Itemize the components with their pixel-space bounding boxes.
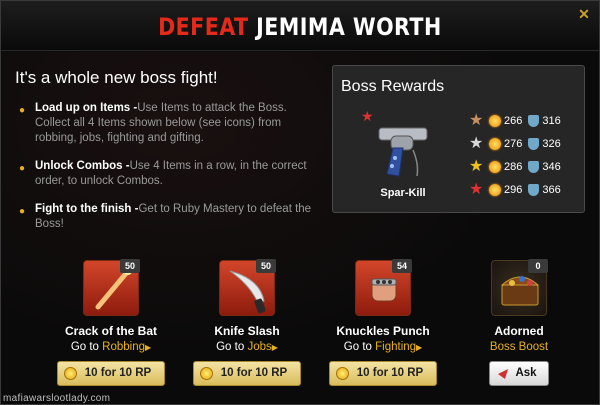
defense-shield-icon	[528, 137, 540, 150]
item-name: Crack of the Bat	[64, 324, 158, 338]
dialog-header: DEFEAT JEMIMA WORTH ✕	[1, 1, 599, 51]
revolver-icon	[378, 127, 428, 177]
item-goto: Go to Robbing▶	[46, 341, 176, 353]
intro-subtitle: It's a whole new boss fight!	[15, 68, 218, 87]
bronze-star-icon: ★	[469, 111, 484, 129]
goto-label: Go to	[216, 341, 245, 353]
reward-tier-gold: ★ 286 346	[469, 155, 584, 178]
attack-icon	[489, 114, 501, 127]
goto-fighting-link[interactable]: Fighting	[375, 341, 416, 353]
arrow-right-icon: ▶	[271, 343, 278, 352]
item-adorned: 0 Adorned Boss Boost Ask	[454, 259, 584, 386]
goto-label: Go to	[70, 341, 99, 353]
close-icon[interactable]: ✕	[577, 7, 591, 21]
arrow-right-icon: ▶	[416, 343, 423, 352]
attack-icon	[489, 183, 501, 196]
rp-coin-icon	[336, 367, 349, 380]
title-defeat: DEFEAT	[158, 13, 249, 41]
tier-defense: 316	[542, 114, 561, 127]
boss-fight-dialog: DEFEAT JEMIMA WORTH ✕ It's a whole new b…	[0, 0, 600, 405]
instruction-lead: Unlock Combos -	[35, 160, 130, 172]
item-count-badge: 50	[256, 259, 276, 273]
item-knife-slash: 50 Knife Slash Go to Jobs▶ 10 for 10 RP	[182, 259, 312, 386]
arrow-right-icon: ▶	[145, 343, 152, 352]
item-count-badge: 54	[392, 259, 412, 273]
buy-button-label: 10 for 10 RP	[220, 367, 288, 379]
instruction-finish: ● Fight to the finish -Get to Ruby Maste…	[15, 202, 320, 232]
reward-tier-silver: ★ 276 326	[469, 132, 584, 155]
instructions-list: ● Load up on Items -Use Items to attack …	[15, 101, 320, 245]
attack-icon	[489, 137, 501, 150]
ask-arrow-icon	[498, 369, 508, 379]
bullet-dot-icon: ●	[19, 206, 26, 217]
instruction-combos: ● Unlock Combos -Use 4 Items in a row, i…	[15, 159, 320, 189]
buy-item-button[interactable]: 10 for 10 RP	[329, 361, 437, 386]
item-goto: Go to Fighting▶	[318, 341, 448, 353]
reward-tier-ruby: ★ 296 366	[469, 178, 584, 201]
title-boss-name: JEMIMA WORTH	[256, 13, 442, 41]
buy-item-button[interactable]: 10 for 10 RP	[193, 361, 301, 386]
defense-shield-icon	[528, 183, 540, 196]
goto-robbing-link[interactable]: Robbing	[102, 341, 145, 353]
boss-boost-link[interactable]: Boss Boost	[490, 341, 548, 353]
buy-button-label: 10 for 10 RP	[356, 367, 424, 379]
watermark: mafiawarslootlady.com	[3, 393, 111, 404]
reward-tiers: ★ 266 316 ★ 276 326 ★ 286 346 ★ 296 366	[469, 109, 584, 201]
ruby-star-icon: ★	[469, 180, 484, 198]
bullet-dot-icon: ●	[19, 105, 26, 116]
dialog-title: DEFEAT JEMIMA WORTH	[158, 13, 442, 41]
boss-rewards-title: Boss Rewards	[341, 78, 445, 95]
item-name: Knife Slash	[214, 324, 280, 338]
knife-icon: 50	[219, 259, 276, 316]
item-name: Knuckles Punch	[336, 324, 430, 338]
brass-knuckles-icon: 54	[355, 259, 412, 316]
instruction-lead: Fight to the finish -	[35, 203, 139, 215]
rp-coin-icon	[200, 367, 213, 380]
instruction-items: ● Load up on Items -Use Items to attack …	[15, 101, 320, 146]
buy-button-label: 10 for 10 RP	[84, 367, 152, 379]
ask-button[interactable]: Ask	[489, 361, 549, 386]
item-knuckles-punch: 54 Knuckles Punch Go to Fighting▶ 10 for…	[318, 259, 448, 386]
defense-shield-icon	[528, 160, 540, 173]
buy-item-button[interactable]: 10 for 10 RP	[57, 361, 165, 386]
tier-attack: 296	[504, 183, 523, 196]
tier-attack: 286	[504, 160, 523, 173]
silver-star-icon: ★	[469, 134, 484, 152]
reward-item-name: Spar-Kill	[380, 187, 426, 199]
goto-jobs-link[interactable]: Jobs	[247, 341, 271, 353]
item-crack-of-the-bat: 50 Crack of the Bat Go to Robbing▶ 10 fo…	[46, 259, 176, 386]
reward-tier-bronze: ★ 266 316	[469, 109, 584, 132]
tier-defense: 346	[542, 160, 561, 173]
ask-button-label: Ask	[515, 367, 537, 379]
bat-icon: 50	[83, 259, 140, 316]
goto-label: Go to	[343, 341, 372, 353]
tier-attack: 276	[504, 137, 523, 150]
item-name: Adorned	[494, 324, 544, 338]
tier-defense: 326	[542, 137, 561, 150]
instruction-lead: Load up on Items -	[35, 102, 138, 114]
item-count-badge: 50	[120, 259, 140, 273]
tier-defense: 366	[542, 183, 561, 196]
gold-star-icon: ★	[469, 157, 484, 175]
tier-attack: 266	[504, 114, 523, 127]
rp-coin-icon	[64, 367, 77, 380]
bullet-dot-icon: ●	[19, 163, 26, 174]
item-count-badge: 0	[528, 259, 548, 273]
attack-icon	[489, 160, 501, 173]
boss-rewards-panel: Boss Rewards ★ Spar-Kill ★ 266 316 ★ 276	[332, 65, 585, 213]
defense-shield-icon	[528, 114, 540, 127]
item-goto: Boss Boost	[454, 341, 584, 353]
treasure-chest-icon: 0	[491, 259, 548, 316]
item-goto: Go to Jobs▶	[182, 341, 312, 353]
